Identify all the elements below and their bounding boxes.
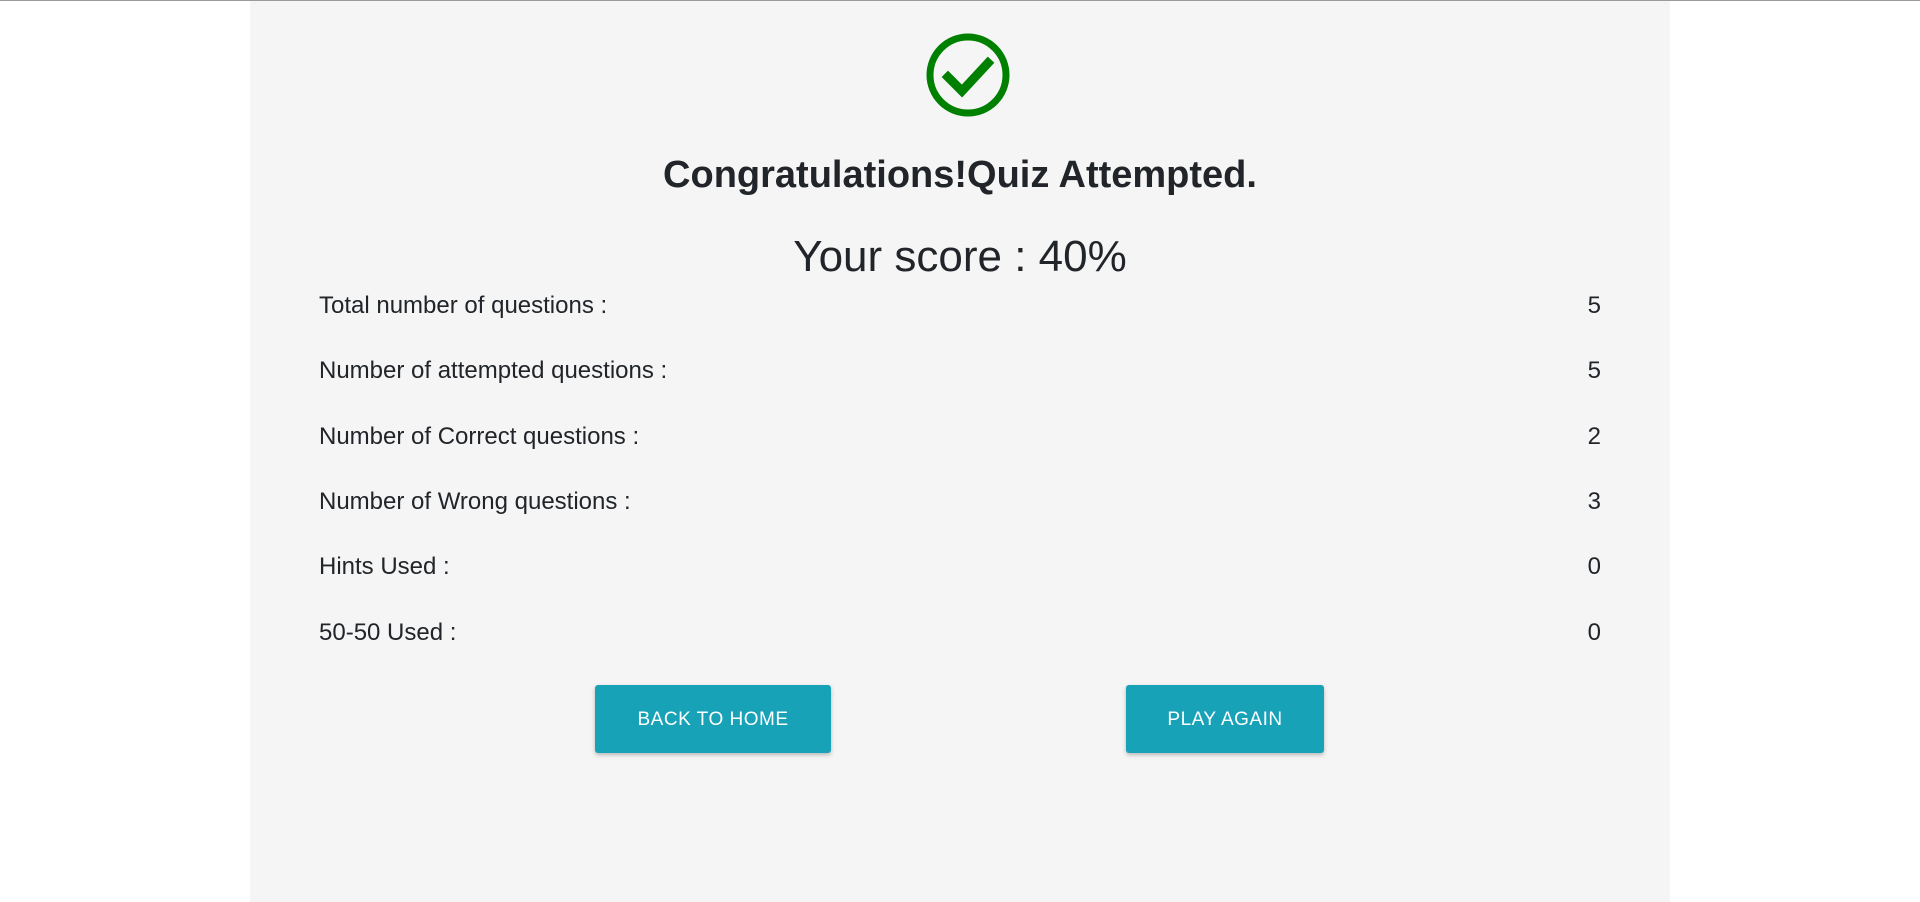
stat-row-fifty-fifty-used: 50-50 Used : 0 — [319, 615, 1601, 651]
stat-row-hints-used: Hints Used : 0 — [319, 549, 1601, 585]
stat-row-wrong-questions: Number of Wrong questions : 3 — [319, 484, 1601, 520]
quiz-summary-panel: Congratulations!Quiz Attempted. Your sco… — [250, 1, 1670, 902]
stat-row-attempted-questions: Number of attempted questions : 5 — [319, 353, 1601, 389]
stat-value: 5 — [1587, 292, 1601, 319]
stat-label: Hints Used : — [319, 553, 450, 580]
stat-value: 3 — [1587, 488, 1601, 515]
stat-label: 50-50 Used : — [319, 619, 457, 646]
stat-label: Total number of questions : — [319, 292, 608, 319]
score-text: Your score : 40% — [793, 232, 1127, 281]
stat-row-correct-questions: Number of Correct questions : 2 — [319, 419, 1601, 455]
stat-label: Number of Correct questions : — [319, 423, 640, 450]
page-title: Congratulations!Quiz Attempted. — [663, 154, 1257, 196]
stat-row-total-questions: Total number of questions : 5 — [319, 288, 1601, 324]
stat-value: 0 — [1587, 619, 1601, 646]
check-circle-icon — [926, 33, 1010, 117]
play-again-button[interactable]: PLAY AGAIN — [1126, 685, 1324, 753]
stat-label: Number of Wrong questions : — [319, 488, 631, 515]
stat-value: 0 — [1587, 553, 1601, 580]
stat-value: 2 — [1587, 423, 1601, 450]
back-to-home-button[interactable]: BACK TO HOME — [595, 685, 831, 753]
stat-value: 5 — [1587, 357, 1601, 384]
stat-label: Number of attempted questions : — [319, 357, 668, 384]
